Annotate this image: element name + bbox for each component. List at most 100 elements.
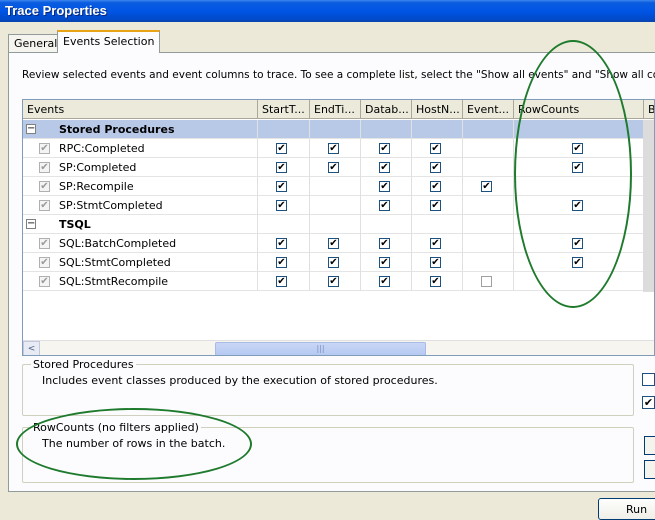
tab-events-selection[interactable]: Events Selection (57, 30, 161, 53)
category-label: TSQL (59, 218, 91, 231)
cell-divider (360, 234, 361, 253)
column-checkbox[interactable]: ✔ (481, 181, 492, 192)
column-checkbox[interactable]: ✔ (430, 181, 441, 192)
event-row[interactable]: ✔ SP:Recompile ✔ ✔ ✔ ✔ (23, 177, 654, 196)
column-info-group: RowCounts (no filters applied) The numbe… (22, 421, 634, 483)
event-checkbox[interactable]: ✔ (39, 200, 50, 211)
column-checkbox[interactable]: ✔ (328, 143, 339, 154)
event-row[interactable]: ✔ RPC:Completed ✔ ✔ ✔ ✔ ✔ (23, 139, 654, 158)
column-checkbox[interactable]: ✔ (379, 276, 390, 287)
cell-divider (360, 139, 361, 158)
column-header-hostname[interactable]: HostN... (412, 100, 463, 119)
organize-columns-button[interactable] (644, 460, 655, 479)
event-row[interactable]: ✔ SQL:StmtCompleted ✔ ✔ ✔ ✔ ✔ (23, 253, 654, 272)
column-header-databasename[interactable]: Datab... (361, 100, 412, 119)
events-grid: Events StartT... EndTi... Datab... HostN… (22, 99, 655, 356)
column-checkbox[interactable]: ✔ (276, 257, 287, 268)
cell-divider (309, 253, 310, 272)
run-button[interactable]: Run (598, 498, 655, 520)
column-checkbox[interactable]: ✔ (379, 162, 390, 173)
column-checkbox[interactable]: ✔ (328, 238, 339, 249)
event-checkbox[interactable]: ✔ (39, 257, 50, 268)
column-checkbox[interactable]: ✔ (276, 181, 287, 192)
grid-right-strip (643, 120, 654, 292)
column-checkbox[interactable]: ✔ (379, 200, 390, 211)
cell-divider (309, 215, 310, 234)
cell-divider (462, 234, 463, 253)
column-header-b[interactable]: B (644, 100, 654, 119)
column-checkbox[interactable]: ✔ (328, 162, 339, 173)
column-checkbox[interactable]: ✔ (430, 257, 441, 268)
column-checkbox[interactable]: ✔ (572, 200, 583, 211)
event-label: RPC:Completed (59, 142, 145, 155)
event-checkbox[interactable]: ✔ (39, 181, 50, 192)
cell-divider (462, 272, 463, 291)
event-checkbox[interactable]: ✔ (39, 238, 50, 249)
cell-divider (257, 215, 258, 234)
column-checkbox[interactable]: ✔ (572, 238, 583, 249)
event-label: SP:Completed (59, 161, 137, 174)
column-checkbox[interactable]: ✔ (276, 276, 287, 287)
event-checkbox[interactable]: ✔ (39, 143, 50, 154)
cell-divider (257, 234, 258, 253)
cell-divider (360, 158, 361, 177)
cell-divider (462, 139, 463, 158)
column-header-eventsubclass[interactable]: Event... (463, 100, 514, 119)
cell-divider (411, 120, 412, 139)
event-checkbox[interactable]: ✔ (39, 162, 50, 173)
column-checkbox[interactable]: ✔ (430, 162, 441, 173)
event-row[interactable]: ✔ SP:StmtCompleted ✔ ✔ ✔ ✔ (23, 196, 654, 215)
scroll-left-icon[interactable]: < (23, 341, 40, 355)
column-checkbox[interactable]: ✔ (379, 257, 390, 268)
horizontal-scrollbar[interactable]: < ||| (23, 340, 654, 355)
event-row[interactable]: ✔ SQL:BatchCompleted ✔ ✔ ✔ ✔ ✔ (23, 234, 654, 253)
column-checkbox[interactable]: ✔ (572, 162, 583, 173)
column-checkbox[interactable]: ✔ (379, 181, 390, 192)
category-row[interactable]: − TSQL (23, 215, 654, 234)
column-checkbox[interactable]: ✔ (328, 276, 339, 287)
cell-divider (309, 234, 310, 253)
cell-divider (257, 139, 258, 158)
show-all-events-checkbox[interactable] (642, 373, 655, 386)
column-checkbox[interactable]: ✔ (430, 200, 441, 211)
column-checkbox[interactable]: ✔ (572, 143, 583, 154)
cell-divider (462, 253, 463, 272)
cell-divider (257, 120, 258, 139)
column-checkbox[interactable]: ✔ (276, 238, 287, 249)
window-title: Trace Properties (0, 0, 655, 22)
event-info-title: Stored Procedures (31, 358, 136, 371)
column-checkbox[interactable]: ✔ (430, 276, 441, 287)
column-filters-button[interactable] (644, 436, 655, 455)
column-checkbox[interactable] (481, 276, 492, 287)
column-checkbox[interactable]: ✔ (379, 143, 390, 154)
cell-divider (462, 215, 463, 234)
event-checkbox[interactable]: ✔ (39, 276, 50, 287)
column-header-endtime[interactable]: EndTi... (310, 100, 361, 119)
scroll-thumb[interactable]: ||| (215, 342, 426, 355)
collapse-icon[interactable]: − (26, 219, 36, 229)
show-all-columns-checkbox[interactable]: ✔ (642, 396, 655, 409)
tab-general[interactable]: General (8, 34, 64, 52)
column-checkbox[interactable]: ✔ (276, 143, 287, 154)
event-row[interactable]: ✔ SP:Completed ✔ ✔ ✔ ✔ ✔ (23, 158, 654, 177)
cell-divider (462, 196, 463, 215)
column-checkbox[interactable]: ✔ (328, 257, 339, 268)
column-header-rowcounts[interactable]: RowCounts (514, 100, 644, 119)
column-checkbox[interactable]: ✔ (276, 162, 287, 173)
column-checkbox[interactable]: ✔ (430, 238, 441, 249)
column-checkbox[interactable]: ✔ (430, 143, 441, 154)
event-label: SP:StmtCompleted (59, 199, 163, 212)
cell-divider (411, 253, 412, 272)
event-row[interactable]: ✔ SQL:StmtRecompile ✔ ✔ ✔ ✔ (23, 272, 654, 291)
cell-divider (257, 253, 258, 272)
cell-divider (360, 253, 361, 272)
column-header-events[interactable]: Events (23, 100, 258, 119)
column-checkbox[interactable]: ✔ (379, 238, 390, 249)
category-row[interactable]: − Stored Procedures (23, 120, 654, 139)
cell-divider (513, 177, 514, 196)
collapse-icon[interactable]: − (26, 124, 36, 134)
column-header-starttime[interactable]: StartT... (258, 100, 310, 119)
column-checkbox[interactable]: ✔ (572, 257, 583, 268)
column-checkbox[interactable]: ✔ (276, 200, 287, 211)
column-info-title: RowCounts (no filters applied) (31, 421, 201, 434)
